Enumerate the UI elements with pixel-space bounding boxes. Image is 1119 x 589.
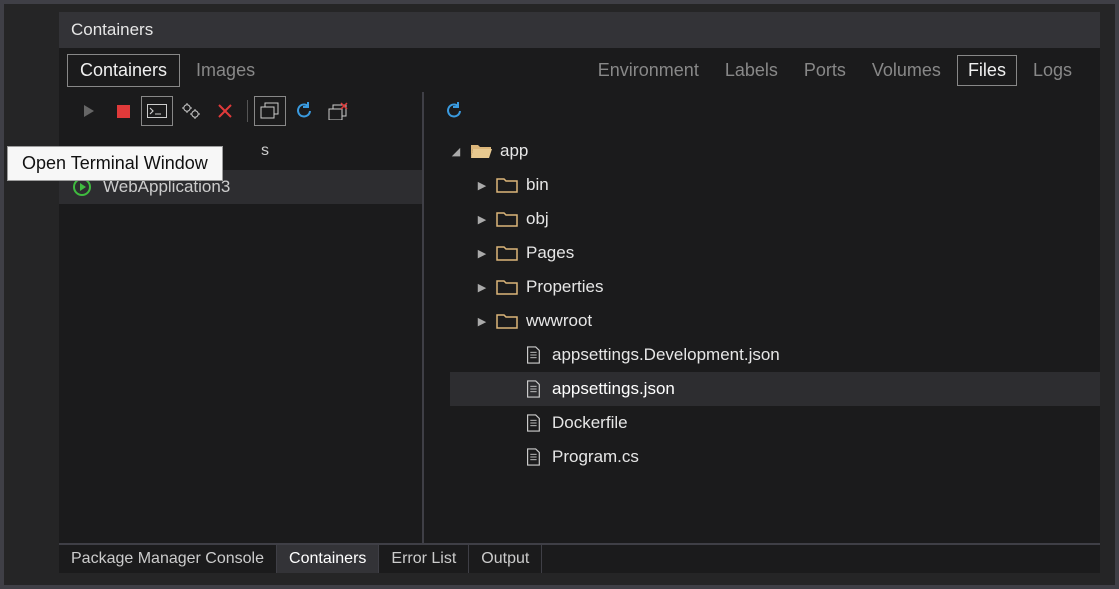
refresh-containers-button[interactable] [288,96,320,126]
right-pane: ◢ app ▶ bin ▶ obj ▶ Pages ▶ Properties ▶ wwwroot app… [424,92,1100,573]
tree-label: Dockerfile [552,413,628,433]
tab-ports[interactable]: Ports [794,56,856,85]
stop-button[interactable] [107,96,139,126]
container-list: s WebApplication3 [59,130,422,573]
btab-containers[interactable]: Containers [277,545,379,573]
tree-folder[interactable]: ▶ obj [450,202,1100,236]
panel-title-text: Containers [71,20,153,40]
tab-environment[interactable]: Environment [588,56,709,85]
tree-label: appsettings.json [552,379,675,399]
open-terminal-button[interactable] [141,96,173,126]
tab-files[interactable]: Files [957,55,1017,86]
tree-label: Properties [526,277,603,297]
tooltip: Open Terminal Window [7,146,223,181]
tree-file[interactable]: Program.cs [450,440,1100,474]
tree-label: Pages [526,243,574,263]
tab-labels[interactable]: Labels [715,56,788,85]
show-all-button[interactable] [254,96,286,126]
tree-file[interactable]: Dockerfile [450,406,1100,440]
remove-button[interactable] [209,96,241,126]
tree-label: bin [526,175,549,195]
tab-containers[interactable]: Containers [67,54,180,87]
bottom-tabstrip: Package Manager Console Containers Error… [59,543,1100,573]
btab-output[interactable]: Output [469,545,542,573]
tree-label: wwwroot [526,311,592,331]
tree-file[interactable]: appsettings.json [450,372,1100,406]
tree-label: app [500,141,528,161]
expand-arrow-icon: ▶ [476,179,488,192]
expand-arrow-icon: ▶ [476,281,488,294]
sub-header: Containers Images Environment Labels Por… [59,48,1100,92]
start-button[interactable] [73,96,105,126]
refresh-files-button[interactable] [438,96,470,126]
tab-volumes[interactable]: Volumes [862,56,951,85]
container-toolbar [59,92,422,130]
tab-logs[interactable]: Logs [1023,56,1082,85]
btab-package-manager[interactable]: Package Manager Console [59,545,277,573]
tree-folder[interactable]: ▶ Properties [450,270,1100,304]
toolbar-divider [247,100,248,122]
containers-panel: Containers Containers Images Environment… [59,12,1100,573]
tree-folder[interactable]: ▶ Pages [450,236,1100,270]
left-tabs: Containers Images [67,54,267,87]
tree-label: appsettings.Development.json [552,345,780,365]
files-toolbar [424,92,1100,130]
expand-arrow-icon: ▶ [476,315,488,328]
panel-title: Containers [59,12,1100,48]
expand-arrow-icon: ▶ [476,213,488,226]
btab-error-list[interactable]: Error List [379,545,469,573]
tab-images[interactable]: Images [184,55,267,86]
tree-folder[interactable]: ▶ bin [450,168,1100,202]
detail-tabs: Environment Labels Ports Volumes Files L… [588,55,1092,86]
file-tree[interactable]: ◢ app ▶ bin ▶ obj ▶ Pages ▶ Properties ▶ wwwroot app… [424,130,1100,573]
settings-button[interactable] [175,96,207,126]
tree-root[interactable]: ◢ app [450,134,1100,168]
tree-file[interactable]: appsettings.Development.json [450,338,1100,372]
expand-arrow-icon: ▶ [476,247,488,260]
prune-button[interactable] [322,96,354,126]
tree-label: obj [526,209,549,229]
tree-folder[interactable]: ▶ wwwroot [450,304,1100,338]
tree-label: Program.cs [552,447,639,467]
expand-arrow-icon: ◢ [450,145,462,158]
